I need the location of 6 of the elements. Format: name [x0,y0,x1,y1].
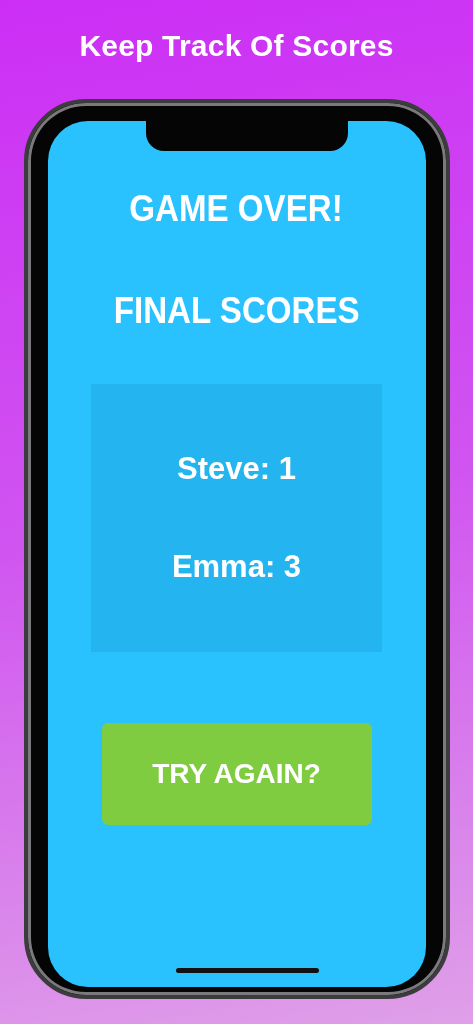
try-again-button[interactable]: TRY AGAIN? [101,723,372,825]
player-score: Steve: 1 [177,451,296,487]
game-over-title: GAME OVER! [129,188,344,230]
final-scores-heading: FINAL SCORES [113,290,360,332]
headline: Keep Track Of Scores [79,29,394,63]
player-score: Emma: 3 [171,549,302,585]
